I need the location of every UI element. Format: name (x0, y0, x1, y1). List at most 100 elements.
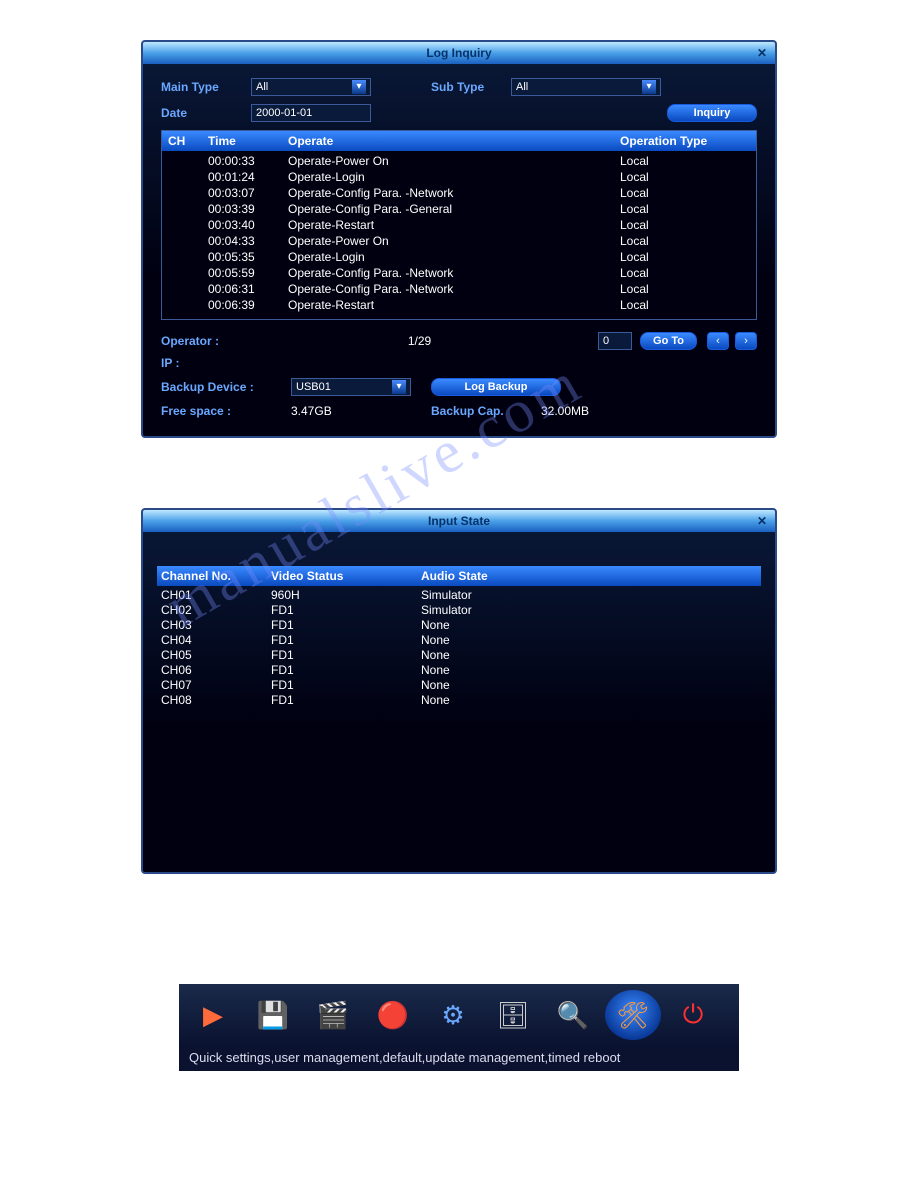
cell-audio-state: None (421, 663, 757, 678)
table-row[interactable]: CH07FD1None (161, 678, 757, 693)
table-row[interactable]: CH03FD1None (161, 618, 757, 633)
main-type-label: Main Type (161, 80, 251, 94)
cell-ch (168, 249, 208, 265)
tools-icon[interactable]: 🛠 (605, 990, 661, 1040)
save-icon: 💾 (257, 1000, 289, 1031)
cell-op-type: Local (620, 217, 750, 233)
cell-video-status: 960H (271, 588, 421, 603)
cell-operate: Operate-Login (288, 249, 620, 265)
next-page-button[interactable]: › (735, 332, 757, 350)
main-toolbar-wrap: ▶ 💾 🎬 🔴 ⚙ 🗄 🔍 🛠 ⏻ Quick settings,user management… (179, 984, 739, 1071)
col-time: Time (208, 134, 288, 148)
power-icon[interactable]: ⏻ (665, 990, 721, 1040)
cell-time: 00:03:07 (208, 185, 288, 201)
cell-channel: CH04 (161, 633, 271, 648)
tools-icon: 🛠 (616, 1000, 649, 1031)
table-row[interactable]: CH02FD1Simulator (161, 603, 757, 618)
col-video-status: Video Status (271, 569, 421, 583)
cell-operate: Operate-Config Para. -Network (288, 281, 620, 297)
cell-ch (168, 153, 208, 169)
table-row[interactable]: 00:06:39Operate-RestartLocal (168, 297, 750, 313)
cell-ch (168, 297, 208, 313)
cell-operate: Operate-Power On (288, 153, 620, 169)
backup-device-select[interactable]: USB01 ▾ (291, 378, 411, 396)
col-op-type: Operation Type (620, 134, 750, 148)
power-icon: ⏻ (683, 999, 704, 1031)
log-backup-button[interactable]: Log Backup (431, 378, 561, 396)
free-space-label: Free space : (161, 404, 291, 418)
gears-icon[interactable]: ⚙ (425, 990, 481, 1040)
cell-ch (168, 217, 208, 233)
table-row[interactable]: CH05FD1None (161, 648, 757, 663)
sub-type-select[interactable]: All ▾ (511, 78, 661, 96)
cell-ch (168, 185, 208, 201)
cell-op-type: Local (620, 153, 750, 169)
table-row[interactable]: CH01960HSimulator (161, 588, 757, 603)
record-settings-icon[interactable]: 🔴 (365, 990, 421, 1040)
gears-icon: ⚙ (441, 1000, 464, 1031)
search-icon: 🔍 (557, 1000, 589, 1031)
media-icon[interactable]: 🎬 (305, 990, 361, 1040)
log-title: Log Inquiry (426, 46, 491, 60)
log-table: CH Time Operate Operation Type 00:00:33O… (161, 130, 757, 320)
prev-page-button[interactable]: ‹ (707, 332, 729, 350)
input-state-title-bar: Input State ✕ (143, 510, 775, 532)
log-table-header: CH Time Operate Operation Type (162, 131, 756, 151)
cell-time: 00:01:24 (208, 169, 288, 185)
cell-ch (168, 265, 208, 281)
cell-time: 00:06:39 (208, 297, 288, 313)
search-icon[interactable]: 🔍 (545, 990, 601, 1040)
table-row[interactable]: 00:05:35Operate-LoginLocal (168, 249, 750, 265)
table-row[interactable]: CH06FD1None (161, 663, 757, 678)
table-row[interactable]: CH08FD1None (161, 693, 757, 708)
table-row[interactable]: 00:05:59Operate-Config Para. -NetworkLoc… (168, 265, 750, 281)
table-row[interactable]: 00:06:31Operate-Config Para. -NetworkLoc… (168, 281, 750, 297)
cell-channel: CH03 (161, 618, 271, 633)
close-icon[interactable]: ✕ (757, 42, 767, 64)
backup-device-label: Backup Device : (161, 380, 291, 394)
col-ch: CH (168, 134, 208, 148)
cell-ch (168, 233, 208, 249)
table-row[interactable]: 00:03:07Operate-Config Para. -NetworkLoc… (168, 185, 750, 201)
goto-button[interactable]: Go To (640, 332, 697, 350)
play-icon[interactable]: ▶ (185, 990, 241, 1040)
table-row[interactable]: 00:03:39Operate-Config Para. -GeneralLoc… (168, 201, 750, 217)
cell-ch (168, 281, 208, 297)
cell-video-status: FD1 (271, 678, 421, 693)
table-row[interactable]: 00:01:24Operate-LoginLocal (168, 169, 750, 185)
disk-icon[interactable]: 🗄 (485, 990, 541, 1040)
cell-channel: CH07 (161, 678, 271, 693)
cell-audio-state: None (421, 618, 757, 633)
table-row[interactable]: 00:04:33Operate-Power OnLocal (168, 233, 750, 249)
toolbar-caption: Quick settings,user management,default,u… (179, 1046, 739, 1071)
cell-video-status: FD1 (271, 663, 421, 678)
cell-video-status: FD1 (271, 603, 421, 618)
table-row[interactable]: 00:03:40Operate-RestartLocal (168, 217, 750, 233)
play-icon: ▶ (203, 1000, 223, 1031)
disk-icon: 🗄 (496, 1000, 529, 1031)
close-icon[interactable]: ✕ (757, 510, 767, 532)
inquiry-button[interactable]: Inquiry (667, 104, 757, 122)
date-input[interactable] (251, 104, 371, 122)
page-indicator: 1/29 (241, 334, 598, 348)
page-input[interactable] (598, 332, 632, 350)
record-settings-icon: 🔴 (377, 1000, 409, 1031)
input-state-header: Channel No. Video Status Audio State (157, 566, 761, 586)
backup-cap-value: 32.00MB (541, 404, 589, 418)
col-channel: Channel No. (161, 569, 271, 583)
cell-time: 00:03:40 (208, 217, 288, 233)
chevron-down-icon: ▾ (392, 380, 406, 394)
cell-op-type: Local (620, 281, 750, 297)
cell-op-type: Local (620, 201, 750, 217)
col-operate: Operate (288, 134, 620, 148)
cell-audio-state: Simulator (421, 588, 757, 603)
cell-operate: Operate-Restart (288, 217, 620, 233)
main-type-select[interactable]: All ▾ (251, 78, 371, 96)
table-row[interactable]: CH04FD1None (161, 633, 757, 648)
cell-channel: CH02 (161, 603, 271, 618)
cell-time: 00:05:59 (208, 265, 288, 281)
cell-audio-state: None (421, 648, 757, 663)
cell-op-type: Local (620, 169, 750, 185)
table-row[interactable]: 00:00:33Operate-Power OnLocal (168, 153, 750, 169)
save-icon[interactable]: 💾 (245, 990, 301, 1040)
